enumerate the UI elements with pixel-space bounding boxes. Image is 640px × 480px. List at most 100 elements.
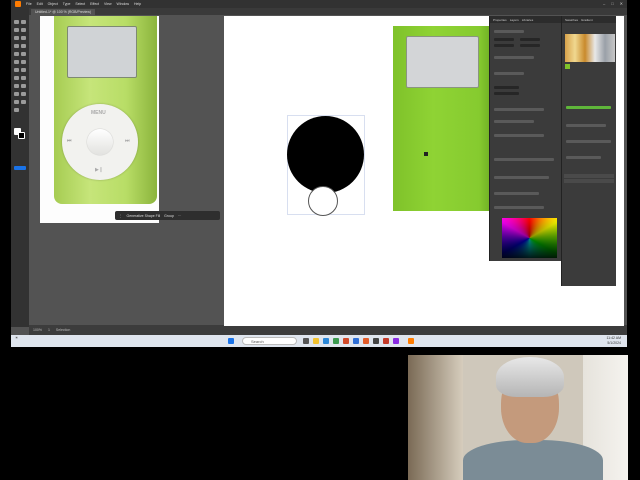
curvature-tool-icon[interactable] xyxy=(21,36,26,40)
maximize-icon[interactable]: □ xyxy=(611,1,613,6)
document-tab[interactable]: Untitled-1* @ 100 % (RGB/Preview) xyxy=(31,9,96,15)
close-icon[interactable]: ✕ xyxy=(620,1,623,6)
more-options-icon[interactable]: ⋯ xyxy=(178,214,182,218)
free-transform-tool-icon[interactable] xyxy=(21,76,26,80)
height-field[interactable] xyxy=(520,44,540,47)
mouse-cursor-icon xyxy=(424,152,428,156)
white-circle-shape[interactable] xyxy=(308,186,338,216)
menu-effect[interactable]: Effect xyxy=(90,2,99,6)
y-field[interactable] xyxy=(520,38,540,41)
system-clock[interactable]: 11:42 AM 5/1/2024 xyxy=(606,336,621,346)
panel-row xyxy=(494,120,534,123)
magic-wand-tool-icon[interactable] xyxy=(14,28,19,32)
panel-row xyxy=(566,156,601,159)
green-swatch[interactable] xyxy=(565,64,570,69)
direct-selection-tool-icon[interactable] xyxy=(21,20,26,24)
width-field[interactable] xyxy=(494,44,514,47)
start-menu-icon[interactable] xyxy=(228,338,234,344)
x-field[interactable] xyxy=(494,38,514,41)
zoom-tool-icon[interactable] xyxy=(14,108,19,112)
file-explorer-icon[interactable] xyxy=(313,338,319,344)
panel-row xyxy=(566,124,606,127)
rotate-tool-icon[interactable] xyxy=(14,68,19,72)
edge-browser-icon[interactable] xyxy=(323,338,329,344)
tab-libraries[interactable]: Libraries xyxy=(522,18,534,22)
tab-gradient[interactable]: Gradient xyxy=(581,18,593,22)
menu-bar: File Edit Object Type Select Effect View… xyxy=(11,0,627,8)
eraser-tool-icon[interactable] xyxy=(21,60,26,64)
selection-tool-icon[interactable] xyxy=(14,20,19,24)
gradient-tool-icon[interactable] xyxy=(21,84,26,88)
black-circle-shape[interactable] xyxy=(287,116,364,193)
minimize-icon[interactable]: – xyxy=(603,1,605,6)
hand-tool-icon[interactable] xyxy=(21,100,26,104)
app-icon[interactable] xyxy=(383,338,389,344)
menu-type[interactable]: Type xyxy=(63,2,71,6)
green-ipod-body-shape[interactable] xyxy=(393,26,494,211)
stroke-color-icon[interactable] xyxy=(18,132,25,139)
panel-row xyxy=(494,56,534,59)
chrome-browser-icon[interactable] xyxy=(363,338,369,344)
group-button[interactable]: Group xyxy=(164,214,174,218)
status-bar: 100% 1 Selection xyxy=(29,325,627,335)
swatch-grid[interactable] xyxy=(565,34,615,62)
zoom-level[interactable]: 100% xyxy=(33,328,42,332)
fill-field[interactable] xyxy=(494,86,519,89)
panel-row xyxy=(494,176,549,179)
pencil-tool-icon[interactable] xyxy=(14,60,19,64)
layer-row[interactable] xyxy=(564,179,614,183)
scale-tool-icon[interactable] xyxy=(21,68,26,72)
menu-file[interactable]: File xyxy=(26,2,32,6)
zoom-app-icon[interactable] xyxy=(353,338,359,344)
menu-view[interactable]: View xyxy=(104,2,112,6)
reference-ipod-screen xyxy=(67,26,137,78)
play-pause-icon: ▶❙ xyxy=(95,167,104,173)
contextbar-handle-icon[interactable]: ⋮ xyxy=(119,214,123,218)
menu-help[interactable]: Help xyxy=(134,2,141,6)
reference-center-button xyxy=(87,129,113,155)
menu-object[interactable]: Object xyxy=(48,2,58,6)
line-tool-icon[interactable] xyxy=(21,44,26,48)
reference-ipod-body: MENU ⏮ ⏭ ▶❙ xyxy=(54,16,157,204)
swatches-panel: Swatches Gradient xyxy=(561,16,616,286)
panel-row xyxy=(494,30,524,33)
slider-track[interactable] xyxy=(566,106,611,109)
tab-properties[interactable]: Properties xyxy=(493,18,507,22)
tab-swatches[interactable]: Swatches xyxy=(565,18,578,22)
blend-tool-icon[interactable] xyxy=(21,92,26,96)
layer-row[interactable] xyxy=(564,174,614,178)
app-icon[interactable] xyxy=(333,338,339,344)
generative-shape-fill-button[interactable]: Generative Shape Fill xyxy=(127,214,161,218)
rectangle-tool-icon[interactable] xyxy=(14,52,19,56)
tab-layers[interactable]: Layers xyxy=(510,18,519,22)
menu-edit[interactable]: Edit xyxy=(37,2,43,6)
app-icon[interactable] xyxy=(393,338,399,344)
panel-row xyxy=(566,140,611,143)
lasso-tool-icon[interactable] xyxy=(21,28,26,32)
illustrator-logo-icon xyxy=(15,1,21,7)
color-picker-spectrum[interactable] xyxy=(502,218,557,258)
weather-widget[interactable]: ☀ xyxy=(15,336,18,341)
taskbar-search-input[interactable]: Search xyxy=(242,337,297,345)
paintbrush-tool-icon[interactable] xyxy=(21,52,26,56)
task-view-icon[interactable] xyxy=(303,338,309,344)
document-tab-bar: Untitled-1* @ 100 % (RGB/Preview) xyxy=(29,8,627,15)
office-icon[interactable] xyxy=(343,338,349,344)
artboard-tool-icon[interactable] xyxy=(14,100,19,104)
artboard-navigator[interactable]: 1 xyxy=(48,328,50,332)
menu-window[interactable]: Window xyxy=(117,2,129,6)
edit-toolbar-icon[interactable] xyxy=(14,166,26,170)
width-tool-icon[interactable] xyxy=(14,76,19,80)
shape-builder-tool-icon[interactable] xyxy=(14,84,19,88)
illustrator-taskbar-icon[interactable] xyxy=(408,338,414,344)
pen-tool-icon[interactable] xyxy=(14,36,19,40)
eyedropper-tool-icon[interactable] xyxy=(14,92,19,96)
webcam-overlay xyxy=(408,355,628,480)
type-tool-icon[interactable] xyxy=(14,44,19,48)
stroke-field[interactable] xyxy=(494,92,519,95)
app-icon[interactable] xyxy=(373,338,379,344)
gray-screen-shape[interactable] xyxy=(406,36,479,88)
reference-ipod-photo[interactable]: MENU ⏮ ⏭ ▶❙ xyxy=(40,16,159,223)
menu-select[interactable]: Select xyxy=(75,2,85,6)
presenter-shirt xyxy=(463,440,603,480)
